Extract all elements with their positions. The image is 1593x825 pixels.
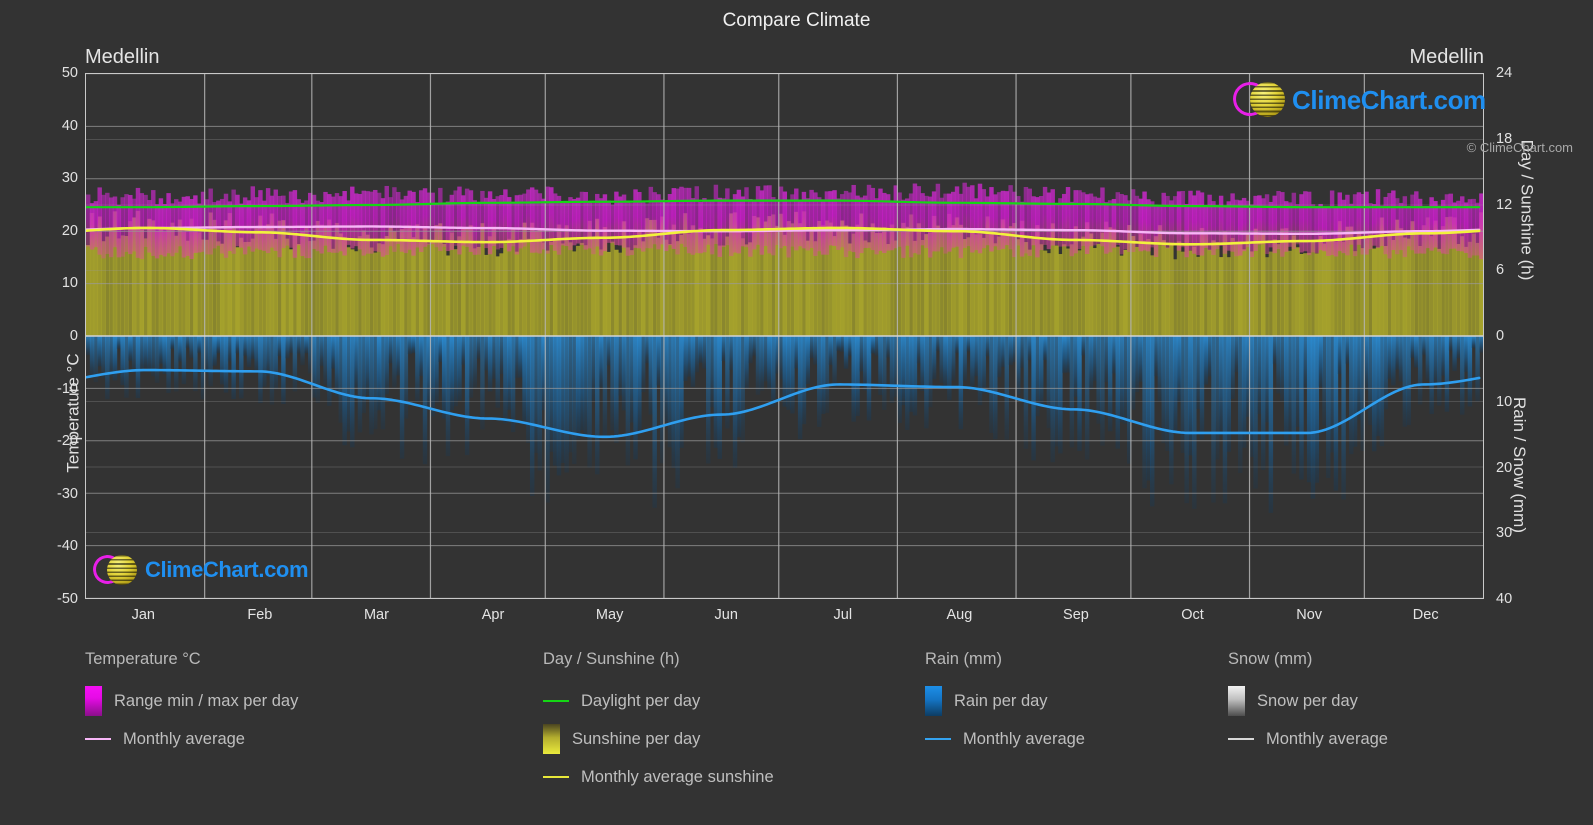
legend-item-label: Range min / max per day — [114, 691, 299, 710]
legend-item[interactable]: Sunshine per day — [543, 720, 774, 758]
y-tick-right-bottom-10: 10 — [1496, 393, 1513, 410]
legend-item-label: Monthly average sunshine — [581, 767, 774, 786]
legend-line-icon — [1228, 738, 1254, 740]
climechart-logo-text-top: ClimeChart.com — [1292, 84, 1486, 115]
legend-group-rain-mm: Rain (mm) Rain per day Monthly average — [925, 650, 1085, 758]
y-tick-left-10: 10 — [61, 275, 78, 292]
legend-item[interactable]: Monthly average — [1228, 720, 1388, 758]
x-tick-jan: Jan — [131, 607, 155, 623]
legend-item[interactable]: Monthly average — [925, 720, 1085, 758]
legend-item[interactable]: Snow per day — [1228, 682, 1388, 720]
climechart-globe-icon — [1229, 78, 1287, 120]
y-tick-right-top-6: 6 — [1496, 262, 1505, 279]
legend-item[interactable]: Range min / max per day — [85, 682, 298, 720]
city-label-right: Medellin — [1409, 46, 1484, 68]
y-tick-left-0: 0 — [69, 328, 78, 344]
y-tick-left-50: 50 — [61, 65, 78, 81]
y-tick-right-top-0: 0 — [1496, 328, 1505, 344]
legend-group-title: Temperature °C — [85, 650, 201, 668]
legend-item[interactable]: Daylight per day — [543, 682, 774, 720]
x-tick-mar: Mar — [363, 607, 389, 623]
gridlines — [86, 74, 1483, 598]
x-tick-jul: Jul — [833, 607, 853, 623]
copyright-notice: © ClimeChart.com — [1466, 140, 1573, 155]
climechart-logo-bottom: ClimeChart.com — [90, 552, 309, 587]
legend-swatch-icon — [85, 686, 102, 716]
legend-item[interactable]: Monthly average — [85, 720, 298, 758]
legend-item-label: Monthly average — [963, 729, 1085, 748]
city-label-left: Medellin — [85, 46, 160, 68]
y-tick-right-top-24: 24 — [1496, 65, 1513, 81]
legend-item-label: Rain per day — [954, 691, 1048, 710]
climechart-logo-top: ClimeChart.com — [1229, 78, 1486, 120]
climechart-logo-text-bottom: ClimeChart.com — [145, 557, 309, 582]
x-tick-jun: Jun — [714, 607, 738, 623]
y-tick-left-30: 30 — [61, 170, 78, 187]
y-tick-right-bottom-30: 30 — [1496, 525, 1513, 542]
legend-item-label: Daylight per day — [581, 691, 701, 710]
legend-swatch-icon — [1228, 686, 1245, 716]
x-tick-may: May — [595, 607, 624, 623]
legend-item-label: Snow per day — [1257, 691, 1358, 710]
legend-item[interactable]: Rain per day — [925, 682, 1085, 720]
legend-item-label: Monthly average — [1266, 729, 1388, 748]
y-tick-right-top-12: 12 — [1496, 196, 1513, 213]
y-tick-left-neg10: -10 — [57, 380, 78, 397]
x-tick-oct: Oct — [1181, 607, 1204, 623]
x-tick-sep: Sep — [1063, 607, 1089, 623]
legend-line-icon — [85, 738, 111, 740]
legend-line-icon — [543, 700, 569, 702]
y-tick-left-neg40: -40 — [57, 538, 78, 555]
rain-bars — [86, 336, 1483, 513]
y-tick-left-neg50: -50 — [57, 591, 78, 607]
y-tick-left-neg30: -30 — [57, 485, 78, 502]
legend-swatch-icon — [925, 686, 942, 716]
legend-group-title: Rain (mm) — [925, 650, 1002, 668]
y-tick-right-bottom-20: 20 — [1496, 459, 1513, 476]
x-tick-dec: Dec — [1412, 607, 1439, 623]
climate-chart-svg — [86, 74, 1483, 598]
y-tick-left-neg20: -20 — [57, 433, 78, 450]
chart-legend: Temperature °C Range min / max per day Mon… — [0, 650, 1593, 815]
x-tick-nov: Nov — [1296, 607, 1323, 623]
x-tick-apr: Apr — [481, 607, 505, 623]
legend-item-label: Sunshine per day — [572, 729, 701, 748]
y-tick-left-20: 20 — [61, 222, 78, 239]
y-tick-left-40: 40 — [61, 117, 78, 134]
x-tick-aug: Aug — [946, 607, 973, 623]
y-tick-right-bottom-40: 40 — [1496, 591, 1513, 607]
legend-line-icon — [543, 776, 569, 778]
legend-line-icon — [925, 738, 951, 740]
legend-group-day-sunshine-h: Day / Sunshine (h) Daylight per day Sunshi… — [543, 650, 774, 796]
legend-swatch-icon — [543, 724, 560, 754]
legend-item[interactable]: Monthly average sunshine — [543, 758, 774, 796]
legend-group-temperature-c: Temperature °C Range min / max per day Mon… — [85, 650, 298, 758]
legend-group-title: Snow (mm) — [1228, 650, 1313, 668]
x-tick-feb: Feb — [247, 607, 273, 623]
legend-item-label: Monthly average — [123, 729, 245, 748]
climechart-globe-icon-bottom — [90, 552, 140, 587]
page-title: Compare Climate — [722, 10, 871, 31]
legend-group-snow-mm: Snow (mm) Snow per day Monthly average — [1228, 650, 1388, 758]
legend-group-title: Day / Sunshine (h) — [543, 650, 680, 668]
climate-plot-area — [85, 73, 1484, 599]
